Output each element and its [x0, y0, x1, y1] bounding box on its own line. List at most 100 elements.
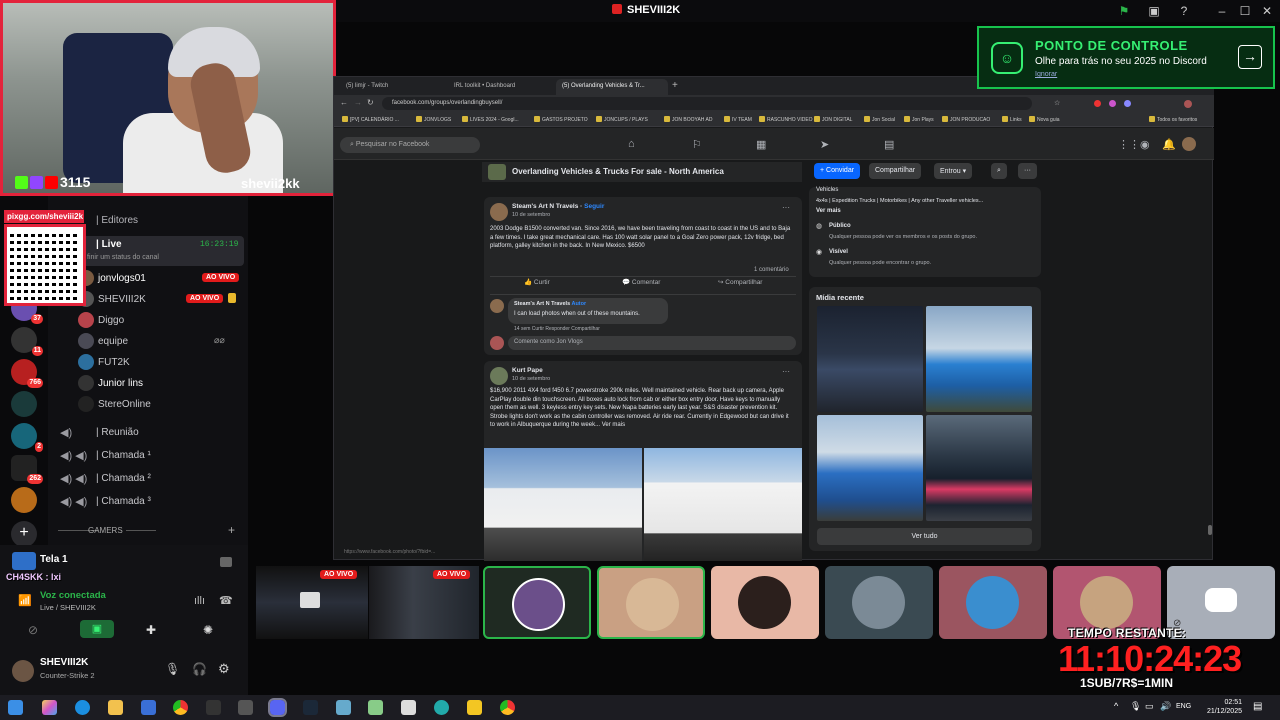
voice-channel[interactable]: | Chamada ³	[96, 496, 151, 507]
channel-user[interactable]: Junior lins	[98, 378, 143, 389]
group-title[interactable]: Overlanding Vehicles & Trucks For sale -…	[512, 167, 724, 176]
volume-icon[interactable]: 🔊	[1160, 701, 1171, 712]
app-icon[interactable]	[206, 700, 221, 715]
add-server-icon[interactable]: +	[11, 521, 37, 547]
voice-channel[interactable]: | Chamada ¹	[96, 450, 151, 461]
more-icon[interactable]: ···	[1018, 163, 1037, 179]
voice-channel-detail[interactable]: Live / SHEVIII2K	[40, 603, 96, 612]
tab-irl-toolkit[interactable]: IRL toolkit • Dashboard	[448, 79, 552, 95]
clock[interactable]: 02:51 21/12/2025	[1202, 698, 1242, 716]
chrome-icon[interactable]	[173, 700, 188, 715]
app-icon[interactable]	[368, 700, 383, 715]
extension-icon[interactable]	[1094, 100, 1101, 107]
channel-user[interactable]: SHEVIII2K	[98, 294, 146, 305]
bookmark[interactable]: JON BOOYAH AD	[664, 116, 712, 123]
app-icon[interactable]	[434, 700, 449, 715]
participant-tile[interactable]	[597, 566, 705, 639]
server-icon[interactable]: 11	[11, 327, 43, 356]
media-thumb[interactable]	[926, 415, 1032, 521]
extension-icon[interactable]	[1109, 100, 1116, 107]
notifications-icon[interactable]: 🔔	[1162, 138, 1176, 151]
inbox-icon[interactable]: ▣	[1146, 3, 1162, 19]
close-stream-icon[interactable]	[220, 557, 232, 567]
promo-dismiss-link[interactable]: Ignorar	[1035, 71, 1057, 78]
windows-start-icon[interactable]	[8, 700, 23, 715]
discord-promo-banner[interactable]: ☺ PONTO DE CONTROLE Olhe para trás no se…	[977, 26, 1275, 89]
post-photo[interactable]	[484, 448, 642, 561]
soundboard-icon[interactable]: ✺	[203, 623, 213, 637]
bookmark[interactable]: Jon Social	[864, 116, 895, 123]
bookmark[interactable]: [PV] CALENDÁRIO ...	[342, 116, 399, 123]
edge-icon[interactable]	[75, 700, 90, 715]
channel-user[interactable]: Diggo	[98, 315, 124, 326]
new-tab-icon[interactable]: +	[672, 80, 678, 91]
post-photo[interactable]	[644, 448, 802, 561]
forward-icon[interactable]: →	[354, 98, 362, 107]
reply-actions[interactable]: 14 sem Curtir Responder Compartilhar	[514, 326, 600, 332]
extension-icon[interactable]	[1124, 100, 1131, 107]
see-all-button[interactable]: Ver tudo	[817, 528, 1032, 545]
participant-tile[interactable]	[939, 566, 1047, 639]
minimize-icon[interactable]: –	[1214, 3, 1230, 19]
post-author[interactable]: Steam's Art N Travels · Seguir	[512, 203, 604, 210]
voice-channel[interactable]: | Chamada ²	[96, 473, 151, 484]
channel-user[interactable]: FUT2K	[98, 357, 130, 368]
flag-icon[interactable]: ⚑	[1116, 3, 1132, 19]
tray-chevron-icon[interactable]: ^	[1114, 701, 1118, 711]
media-thumb[interactable]	[817, 306, 923, 412]
back-icon[interactable]: ←	[340, 98, 348, 107]
more-icon[interactable]: ···	[782, 203, 790, 212]
tab-facebook[interactable]: (5) Overlanding Vehicles & Tr...	[556, 79, 668, 95]
server-icon[interactable]	[11, 487, 37, 513]
bookmark[interactable]: RASCUNHO VIDEO	[759, 116, 813, 123]
gaming-icon[interactable]: ▤	[884, 138, 894, 151]
participant-tile[interactable]	[825, 566, 933, 639]
like-button[interactable]: 👍 Curtir	[524, 278, 550, 286]
channel-user[interactable]: equipe	[98, 336, 128, 347]
media-thumb[interactable]	[817, 415, 923, 521]
username[interactable]: SHEVIII2K	[40, 657, 88, 668]
app-icon[interactable]	[336, 700, 351, 715]
file-explorer-icon[interactable]	[108, 700, 123, 715]
arrow-right-icon[interactable]: →	[1238, 45, 1262, 69]
chrome-icon[interactable]	[500, 700, 515, 715]
headphones-icon[interactable]: 🎧	[192, 662, 207, 676]
post-date[interactable]: 10 de setembro	[512, 376, 550, 382]
bookmark[interactable]: JON PRODUCAO	[942, 116, 990, 123]
scrollbar[interactable]	[1208, 525, 1212, 535]
server-icon[interactable]: 262	[11, 455, 43, 484]
discord-taskbar-icon[interactable]	[268, 698, 287, 717]
share-button[interactable]: Compartilhar	[869, 163, 922, 179]
participant-tile[interactable]	[483, 566, 591, 639]
more-icon[interactable]: ···	[782, 367, 790, 376]
help-icon[interactable]: ?	[1176, 3, 1192, 19]
settings-app-icon[interactable]	[238, 700, 253, 715]
bookmark[interactable]: JONVLOGS	[416, 116, 451, 123]
participant-tile[interactable]	[711, 566, 819, 639]
bookmark[interactable]: JON DIGITAL	[814, 116, 852, 123]
flag-icon[interactable]: ⚐	[692, 138, 702, 151]
profile-avatar[interactable]	[1182, 137, 1196, 151]
bookmark[interactable]: Nova guia	[1029, 116, 1060, 123]
reply-author[interactable]: Steam's Art N Travels Autor	[514, 301, 586, 307]
voice-status[interactable]: Voz conectada	[40, 590, 106, 601]
category-gamers[interactable]: GAMERS	[88, 526, 123, 535]
calculator-icon[interactable]	[401, 700, 416, 715]
post-author[interactable]: Kurt Pape	[512, 367, 543, 374]
media-thumb[interactable]	[926, 306, 1032, 412]
server-icon[interactable]: 766	[11, 359, 43, 388]
comment-input[interactable]: Comente como Jon Vlogs	[508, 336, 796, 350]
voice-channel[interactable]: | Reunião	[96, 427, 139, 438]
tab-twitch[interactable]: (5) limjr - Twitch	[340, 79, 444, 95]
bookmark[interactable]: LIVES 2024 - Googl...	[462, 116, 519, 123]
mic-tray-icon[interactable]: 🎙	[1130, 701, 1141, 712]
messenger-icon[interactable]: ◉	[1140, 138, 1150, 151]
share-post-button[interactable]: ↪ Compartilhar	[718, 278, 762, 286]
bookmark[interactable]: IV TEAM	[724, 116, 752, 123]
close-icon[interactable]: ✕	[1259, 3, 1275, 19]
channel-user[interactable]: StereOnline	[98, 399, 151, 410]
bookmark[interactable]: GASTOS PROJETO	[534, 116, 588, 123]
comment-button[interactable]: 💬 Comentar	[622, 278, 660, 286]
store-icon[interactable]	[141, 700, 156, 715]
bookmark[interactable]: JONCUPS / PLAYS	[596, 116, 648, 123]
